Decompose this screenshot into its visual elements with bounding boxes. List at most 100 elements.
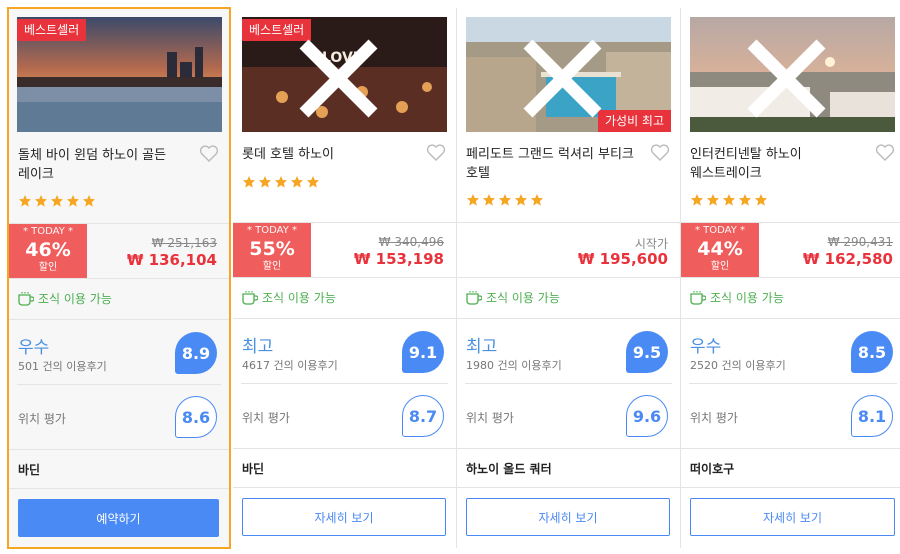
star-rating — [242, 175, 320, 191]
hotel-card[interactable]: LOVE 베스트셀러 롯데 호텔 하노이 * TODAY * 55% 할인 ₩ … — [233, 8, 457, 548]
divider — [457, 318, 680, 319]
district-name: 바딘 — [242, 462, 265, 476]
review-score-badge: 8.9 — [175, 332, 217, 374]
divider — [9, 449, 229, 450]
coffee-cup-icon — [18, 292, 34, 306]
location-score-badge: 8.6 — [175, 396, 217, 438]
close-icon[interactable] — [690, 21, 889, 132]
district-name: 바딘 — [18, 463, 41, 477]
today-deal-badge: * TODAY * 55% 할인 — [233, 223, 311, 277]
location-label: 위치 평가 — [242, 411, 290, 425]
breakfast-label: 조식 이용 가능 — [38, 292, 112, 306]
discount-label: 할인 — [710, 261, 730, 272]
star-icon — [291, 176, 303, 188]
rating-word: 최고 — [242, 337, 274, 357]
book-button[interactable]: 예약하기 — [18, 499, 219, 537]
star-icon — [739, 194, 751, 206]
star-rating — [18, 194, 96, 210]
discount-percent: 46% — [25, 239, 71, 261]
hotel-card-featured[interactable]: 베스트셀러 돌체 바이 윈덤 하노이 골든 레이크 * TODAY * 46% … — [7, 7, 231, 549]
original-price: ₩ 290,431 — [827, 235, 893, 249]
divider — [681, 448, 900, 449]
price-row: * TODAY * 46% 할인 ₩ 251,163 ₩ 136,104 — [9, 224, 229, 278]
location-score-badge: 8.1 — [851, 395, 893, 437]
details-button[interactable]: 자세히 보기 — [690, 498, 895, 536]
hotel-name[interactable]: 롯데 호텔 하노이 — [242, 145, 422, 164]
hotel-name[interactable]: 인터컨티넨탈 하노이 웨스트레이크 — [690, 145, 870, 183]
divider — [457, 487, 680, 488]
location-label: 위치 평가 — [18, 412, 66, 426]
bestseller-badge: 베스트셀러 — [17, 19, 87, 41]
divider — [9, 278, 229, 279]
sale-price: ₩ 162,580 — [802, 250, 893, 268]
hotel-name[interactable]: 돌체 바이 윈덤 하노이 골든 레이크 — [18, 146, 198, 184]
star-icon — [515, 194, 527, 206]
rating-word: 우수 — [690, 337, 722, 357]
divider — [681, 277, 900, 278]
divider — [241, 383, 448, 384]
today-label: * TODAY * — [246, 225, 298, 236]
sale-price: ₩ 136,104 — [126, 251, 217, 269]
heart-icon[interactable] — [875, 144, 895, 162]
divider — [681, 487, 900, 488]
star-icon — [243, 176, 255, 188]
divider — [17, 384, 221, 385]
star-icon — [467, 194, 479, 206]
review-count[interactable]: 2520 건의 이용후기 — [690, 357, 786, 373]
star-icon — [67, 195, 79, 207]
star-icon — [83, 195, 95, 207]
coffee-cup-icon — [690, 291, 706, 305]
breakfast-label: 조식 이용 가능 — [486, 291, 560, 305]
original-price: ₩ 251,163 — [151, 236, 217, 250]
today-deal-badge: * TODAY * 44% 할인 — [681, 223, 759, 277]
review-score-badge: 8.5 — [851, 331, 893, 373]
star-icon — [707, 194, 719, 206]
divider — [457, 448, 680, 449]
hotel-photo[interactable]: 가성비 최고 — [466, 17, 671, 132]
star-icon — [19, 195, 31, 207]
divider — [233, 448, 456, 449]
rating-word: 우수 — [18, 338, 50, 358]
hotel-card[interactable]: 가성비 최고 페리도트 그랜드 럭셔리 부티크 호텔 시작가 ₩ 195,600… — [457, 8, 681, 548]
star-rating — [466, 193, 544, 209]
details-button[interactable]: 자세히 보기 — [466, 498, 670, 536]
sale-price: ₩ 153,198 — [353, 250, 444, 268]
divider — [9, 319, 229, 320]
divider — [233, 318, 456, 319]
sale-price: ₩ 195,600 — [577, 250, 668, 268]
location-label: 위치 평가 — [466, 411, 514, 425]
discount-percent: 55% — [249, 238, 295, 260]
rating-word: 최고 — [466, 337, 498, 357]
coffee-cup-icon — [242, 291, 258, 305]
heart-icon[interactable] — [650, 144, 670, 162]
hotel-photo[interactable] — [690, 17, 895, 132]
hotel-photo[interactable]: LOVE 베스트셀러 — [242, 17, 447, 132]
hotel-compare-panel: 베스트셀러 돌체 바이 윈덤 하노이 골든 레이크 * TODAY * 46% … — [0, 0, 900, 554]
hotel-card[interactable]: 인터컨티넨탈 하노이 웨스트레이크 * TODAY * 44% 할인 ₩ 290… — [681, 8, 900, 548]
close-icon[interactable] — [466, 21, 665, 132]
heart-icon[interactable] — [199, 145, 219, 163]
star-icon — [499, 194, 511, 206]
price-row: 시작가 ₩ 195,600 — [457, 223, 680, 277]
star-icon — [755, 194, 767, 206]
star-icon — [531, 194, 543, 206]
review-count[interactable]: 501 건의 이용후기 — [18, 358, 107, 374]
divider — [465, 383, 672, 384]
review-score-badge: 9.1 — [402, 331, 444, 373]
hotel-photo[interactable]: 베스트셀러 — [17, 17, 222, 132]
divider — [233, 487, 456, 488]
location-score-badge: 8.7 — [402, 395, 444, 437]
divider — [9, 488, 229, 489]
close-icon[interactable] — [242, 21, 441, 132]
heart-icon[interactable] — [426, 144, 446, 162]
review-count[interactable]: 4617 건의 이용후기 — [242, 357, 338, 373]
star-rating — [690, 193, 768, 209]
breakfast-info: 조식 이용 가능 — [242, 289, 336, 306]
location-label: 위치 평가 — [690, 411, 738, 425]
breakfast-label: 조식 이용 가능 — [710, 291, 784, 305]
divider — [689, 383, 897, 384]
district-name: 떠이호구 — [690, 462, 735, 476]
hotel-name[interactable]: 페리도트 그랜드 럭셔리 부티크 호텔 — [466, 145, 646, 183]
details-button[interactable]: 자세히 보기 — [242, 498, 446, 536]
review-count[interactable]: 1980 건의 이용후기 — [466, 357, 562, 373]
